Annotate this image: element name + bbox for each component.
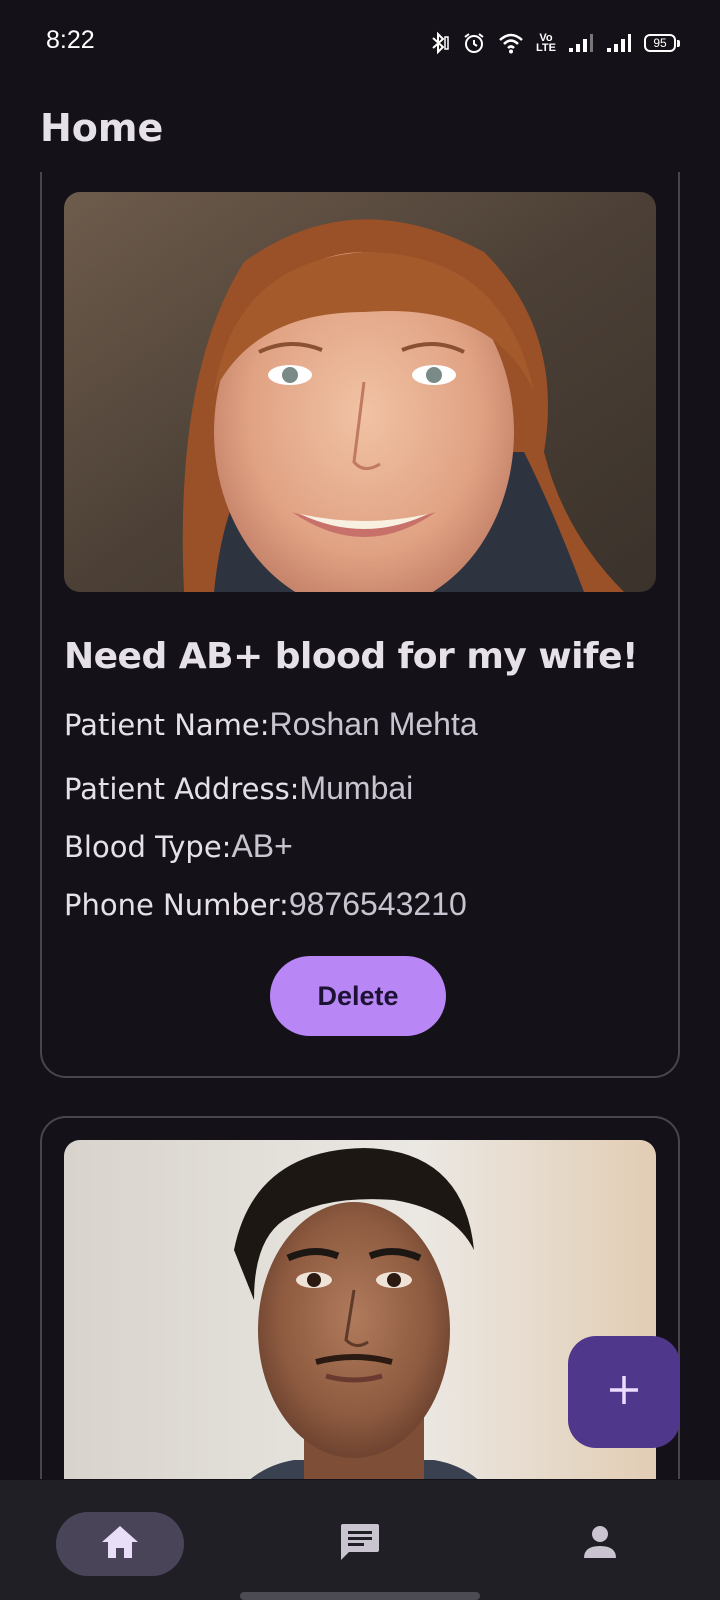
volte-icon: Vo LTE	[536, 33, 556, 54]
alarm-icon	[462, 31, 486, 55]
signal-icon	[568, 33, 594, 53]
patient-address-label: Patient Address:	[64, 772, 300, 806]
volte-bottom: LTE	[536, 42, 556, 54]
post-title: Need AB+ blood for my wife!	[64, 636, 638, 677]
delete-button[interactable]: Delete	[270, 956, 446, 1036]
patient-address-value: Mumbai	[299, 770, 414, 806]
status-bar: 8:22 Vo LTE 95	[0, 0, 720, 88]
post-list[interactable]: Need AB+ blood for my wife! Patient Name…	[0, 172, 720, 1479]
blood-type-value: AB+	[231, 828, 293, 864]
add-request-button[interactable]	[568, 1336, 680, 1448]
chat-icon	[339, 1522, 381, 1566]
phone-number-row: Phone Number: 9876543210	[64, 886, 467, 923]
home-indicator[interactable]	[240, 1592, 480, 1600]
patient-name-row: Patient Name: Roshan Mehta	[64, 706, 478, 743]
phone-number-value: 9876543210	[288, 886, 467, 922]
patient-address-row: Patient Address: Mumbai	[64, 770, 413, 807]
wifi-icon	[498, 32, 524, 54]
blood-type-label: Blood Type:	[64, 830, 232, 864]
bottom-navigation	[0, 1480, 720, 1600]
signal-icon	[606, 33, 632, 53]
phone-number-label: Phone Number:	[64, 888, 289, 922]
patient-photo	[64, 192, 656, 592]
blood-request-card[interactable]: Need AB+ blood for my wife! Patient Name…	[40, 172, 680, 1078]
blood-type-row: Blood Type: AB+	[64, 828, 293, 865]
status-icons: Vo LTE 95	[426, 28, 680, 58]
battery-icon: 95	[644, 34, 680, 52]
nav-item-home[interactable]	[56, 1512, 184, 1576]
nav-item-messages[interactable]	[296, 1512, 424, 1576]
home-icon	[100, 1524, 140, 1564]
page-title: Home	[40, 106, 164, 150]
bluetooth-icon	[426, 31, 450, 55]
patient-photo	[64, 1140, 656, 1479]
patient-name-label: Patient Name:	[64, 708, 270, 742]
person-icon	[582, 1524, 618, 1564]
nav-item-profile[interactable]	[536, 1512, 664, 1576]
status-time: 8:22	[46, 26, 95, 54]
plus-icon	[608, 1374, 640, 1410]
patient-name-value: Roshan Mehta	[269, 706, 478, 742]
